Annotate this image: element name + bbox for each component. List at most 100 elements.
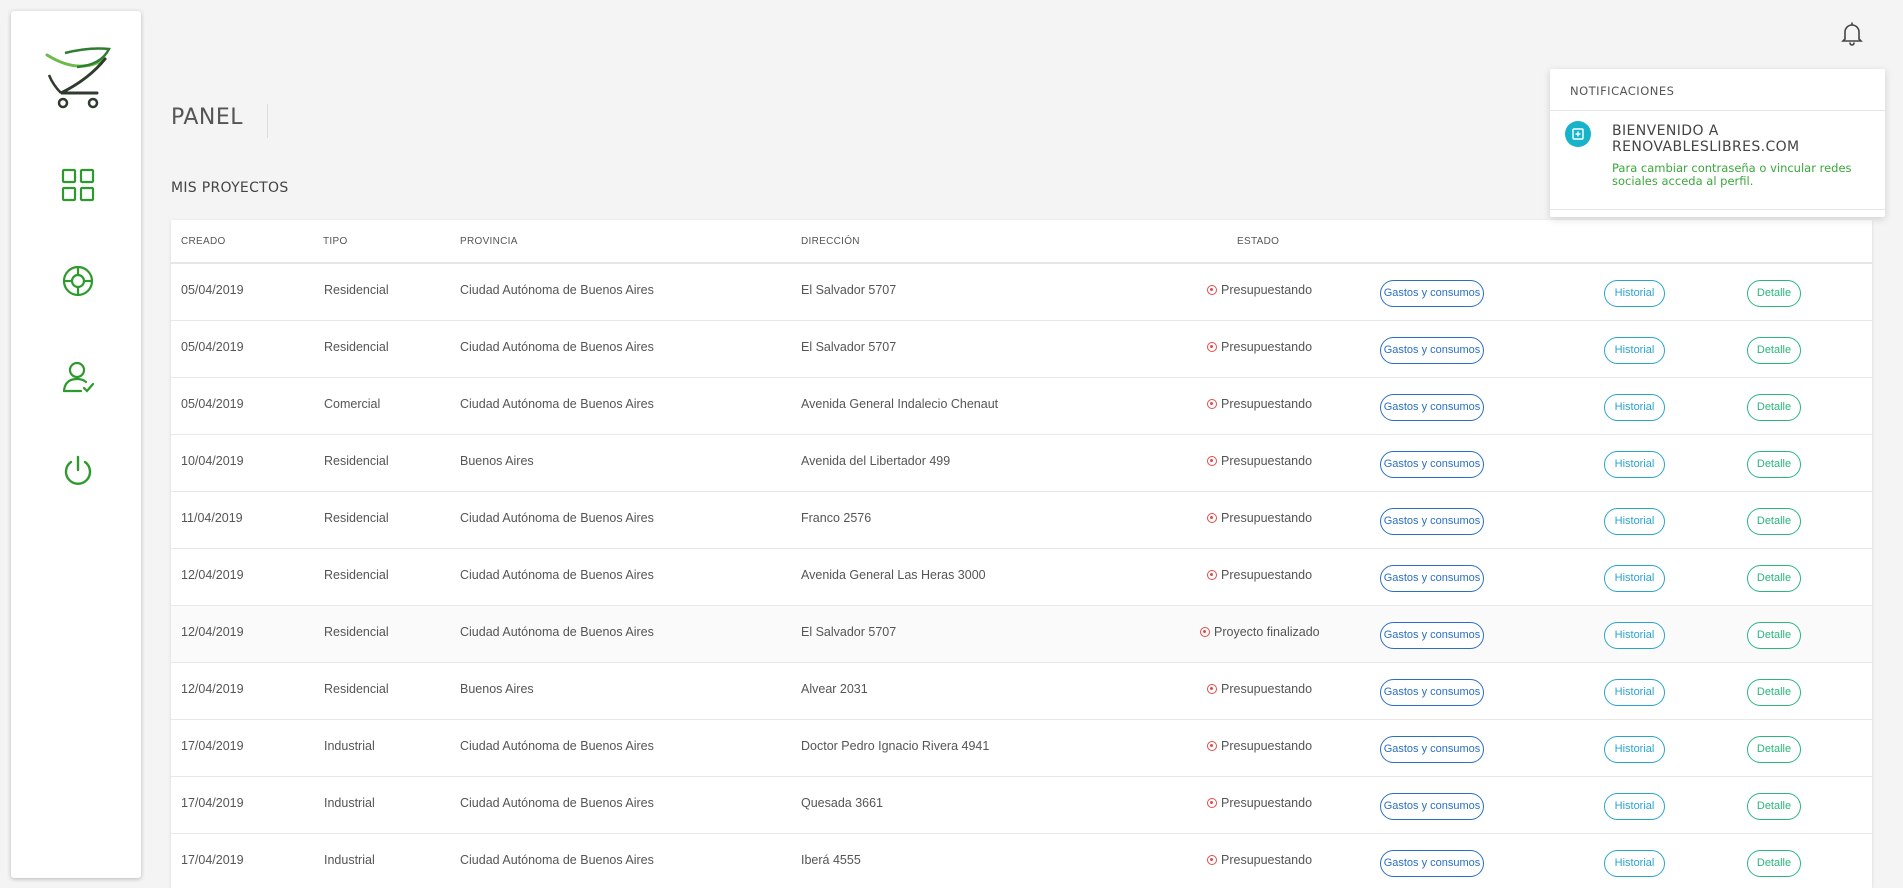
logo-icon[interactable] [39,45,117,117]
cell-created: 05/04/2019 [181,397,244,411]
status-label: Presupuestando [1221,739,1313,753]
status-label: Presupuestando [1221,397,1313,411]
cell-status: Presupuestando [1207,283,1312,297]
cell-created: 10/04/2019 [181,454,244,468]
cell-created: 12/04/2019 [181,625,244,639]
cell-address: El Salvador 5707 [801,625,897,639]
gastos-consumos-button[interactable]: Gastos y consumos [1380,736,1484,763]
header-created: CREADO [181,236,226,247]
status-label: Presupuestando [1221,568,1313,582]
detalle-button[interactable]: Detalle [1747,679,1801,706]
detalle-button[interactable]: Detalle [1747,793,1801,820]
cell-type: Residencial [324,625,389,639]
cell-status: Presupuestando [1207,511,1312,525]
status-label: Proyecto finalizado [1214,625,1320,639]
gastos-consumos-button[interactable]: Gastos y consumos [1380,850,1484,877]
detalle-button[interactable]: Detalle [1747,394,1801,421]
table-header: CREADO TIPO PROVINCIA DIRECCIÓN ESTADO [171,220,1872,264]
status-label: Presupuestando [1221,796,1313,810]
cell-province: Ciudad Autónoma de Buenos Aires [460,625,654,639]
status-alert-icon [1207,456,1217,466]
cell-province: Ciudad Autónoma de Buenos Aires [460,739,654,753]
detalle-button[interactable]: Detalle [1747,451,1801,478]
cell-address: Franco 2576 [801,511,872,525]
gastos-consumos-button[interactable]: Gastos y consumos [1380,337,1484,364]
cell-province: Ciudad Autónoma de Buenos Aires [460,796,654,810]
historial-button[interactable]: Historial [1604,622,1665,649]
cell-status: Proyecto finalizado [1200,625,1320,639]
notification-body: Para cambiar contraseña o vincular redes… [1612,161,1852,188]
cell-province: Ciudad Autónoma de Buenos Aires [460,511,654,525]
table-row: 17/04/2019 Industrial Ciudad Autónoma de… [171,834,1872,888]
status-alert-icon [1200,627,1210,637]
cell-type: Residencial [324,682,389,696]
cell-type: Residencial [324,568,389,582]
gastos-consumos-button[interactable]: Gastos y consumos [1380,508,1484,535]
status-label: Presupuestando [1221,283,1313,297]
dashboard-grid-icon[interactable] [56,163,100,207]
detalle-button[interactable]: Detalle [1747,850,1801,877]
detalle-button[interactable]: Detalle [1747,337,1801,364]
gastos-consumos-button[interactable]: Gastos y consumos [1380,394,1484,421]
historial-button[interactable]: Historial [1604,451,1665,478]
table-row: 05/04/2019 Comercial Ciudad Autónoma de … [171,378,1872,435]
historial-button[interactable]: Historial [1604,280,1665,307]
table-row: 12/04/2019 Residencial Ciudad Autónoma d… [171,549,1872,606]
header-province: PROVINCIA [460,236,518,247]
cell-province: Ciudad Autónoma de Buenos Aires [460,568,654,582]
historial-button[interactable]: Historial [1604,850,1665,877]
cell-type: Residencial [324,454,389,468]
cell-province: Buenos Aires [460,682,534,696]
gastos-consumos-button[interactable]: Gastos y consumos [1380,679,1484,706]
historial-button[interactable]: Historial [1604,337,1665,364]
detalle-button[interactable]: Detalle [1747,280,1801,307]
status-alert-icon [1207,570,1217,580]
cell-status: Presupuestando [1207,739,1312,753]
cell-address: Avenida General Indalecio Chenaut [801,397,999,411]
notification-title[interactable]: BIENVENIDO A RENOVABLESLIBRES.COM [1612,123,1872,155]
historial-button[interactable]: Historial [1604,508,1665,535]
cell-address: Iberá 4555 [801,853,861,867]
historial-button[interactable]: Historial [1604,736,1665,763]
cell-address: El Salvador 5707 [801,283,897,297]
gastos-consumos-button[interactable]: Gastos y consumos [1380,622,1484,649]
cell-province: Ciudad Autónoma de Buenos Aires [460,853,654,867]
table-row: 10/04/2019 Residencial Buenos Aires Aven… [171,435,1872,492]
detalle-button[interactable]: Detalle [1747,736,1801,763]
cell-address: Quesada 3661 [801,796,884,810]
detalle-button[interactable]: Detalle [1747,565,1801,592]
table-row: 11/04/2019 Residencial Ciudad Autónoma d… [171,492,1872,549]
user-check-icon[interactable] [56,355,100,399]
cell-address: Alvear 2031 [801,682,868,696]
cell-address: El Salvador 5707 [801,340,897,354]
table-row: 17/04/2019 Industrial Ciudad Autónoma de… [171,777,1872,834]
lifebuoy-icon[interactable] [56,259,100,303]
cell-created: 12/04/2019 [181,682,244,696]
historial-button[interactable]: Historial [1604,679,1665,706]
status-label: Presupuestando [1221,853,1313,867]
gastos-consumos-button[interactable]: Gastos y consumos [1380,793,1484,820]
detalle-button[interactable]: Detalle [1747,508,1801,535]
cell-status: Presupuestando [1207,796,1312,810]
cell-type: Industrial [324,853,375,867]
detalle-button[interactable]: Detalle [1747,622,1801,649]
bell-icon[interactable] [1838,20,1866,48]
gastos-consumos-button[interactable]: Gastos y consumos [1380,280,1484,307]
table-row: 17/04/2019 Industrial Ciudad Autónoma de… [171,720,1872,777]
historial-button[interactable]: Historial [1604,394,1665,421]
historial-button[interactable]: Historial [1604,793,1665,820]
cell-province: Ciudad Autónoma de Buenos Aires [460,397,654,411]
gastos-consumos-button[interactable]: Gastos y consumos [1380,565,1484,592]
status-alert-icon [1207,798,1217,808]
section-title: MIS PROYECTOS [171,180,289,196]
table-row: 12/04/2019 Residencial Ciudad Autónoma d… [171,606,1872,663]
gastos-consumos-button[interactable]: Gastos y consumos [1380,451,1484,478]
table-row: 05/04/2019 Residencial Ciudad Autónoma d… [171,321,1872,378]
power-icon[interactable] [56,449,100,493]
cell-status: Presupuestando [1207,340,1312,354]
cell-created: 12/04/2019 [181,568,244,582]
notifications-footer [1550,209,1885,217]
historial-button[interactable]: Historial [1604,565,1665,592]
header-type: TIPO [323,236,348,247]
cell-type: Residencial [324,340,389,354]
